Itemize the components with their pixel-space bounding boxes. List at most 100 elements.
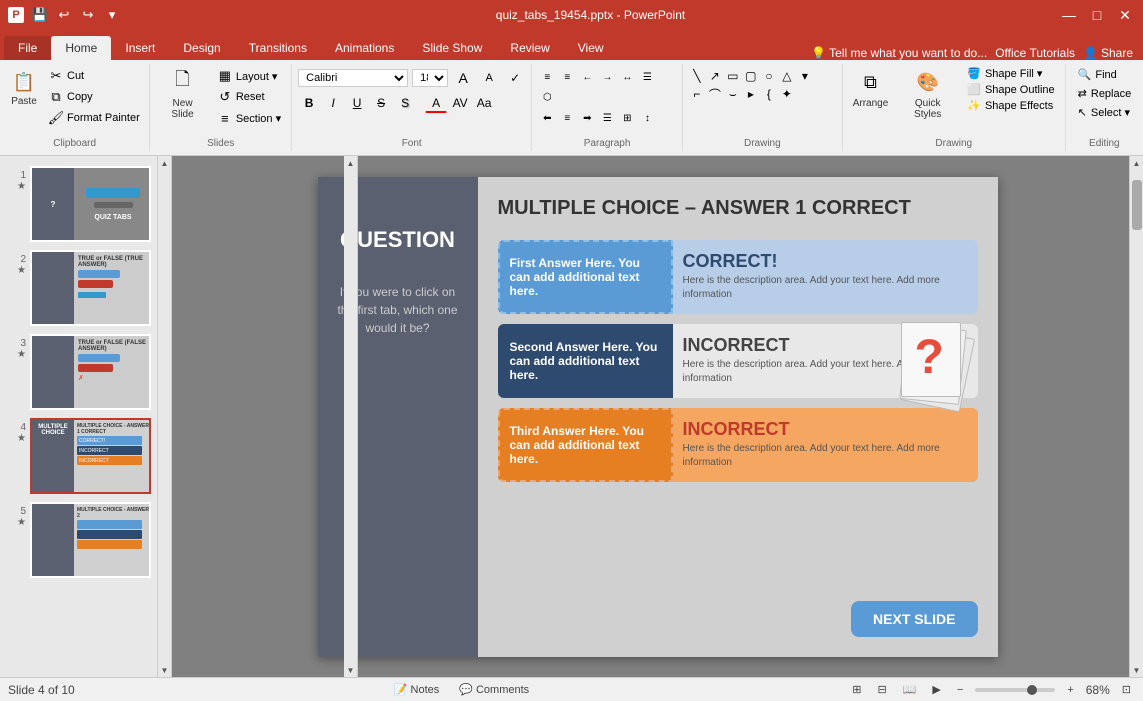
- underline-button[interactable]: U: [346, 93, 368, 113]
- font-color-button[interactable]: A: [425, 93, 447, 113]
- canvas-vscroll-down[interactable]: ▼: [1130, 663, 1143, 677]
- text-direction-button[interactable]: ↔: [618, 68, 636, 86]
- tab-slideshow[interactable]: Slide Show: [408, 36, 496, 60]
- shape-fill-button[interactable]: 🪣 Shape Fill ▾: [963, 66, 1058, 81]
- zoom-out-button[interactable]: −: [953, 682, 967, 698]
- convert-smartart-button[interactable]: ⬡: [538, 88, 556, 106]
- fit-slide-button[interactable]: ⊡: [1118, 681, 1135, 698]
- notes-button[interactable]: 📝 Notes: [390, 681, 443, 698]
- slide-panel-scroll-down[interactable]: ▼: [158, 663, 172, 677]
- slide-item-2[interactable]: 2 ★ TRUE or FALSE (TRUE ANSWER): [4, 248, 153, 328]
- bullets-button[interactable]: ≡: [538, 68, 556, 86]
- arrange-button[interactable]: ⧉ Arrange: [849, 66, 892, 111]
- customize-qa-button[interactable]: ▾: [102, 5, 122, 25]
- slide-item-1[interactable]: 1 ★ ? QUIZ TABS: [4, 164, 153, 244]
- slide-thumb-2[interactable]: TRUE or FALSE (TRUE ANSWER): [30, 250, 151, 326]
- answer-result-3[interactable]: INCORRECT Here is the description area. …: [673, 408, 978, 482]
- select-button[interactable]: ↖ Select ▾: [1072, 104, 1138, 121]
- increase-font-button[interactable]: A: [452, 68, 474, 88]
- change-case-button[interactable]: Aa: [473, 93, 495, 113]
- slide-item-5[interactable]: 5 ★ MULTIPLE CHOICE - ANSWER 2: [4, 500, 153, 580]
- shape-bend-icon[interactable]: ⌐: [689, 86, 705, 102]
- cut-button[interactable]: ✂ Cut: [44, 66, 144, 86]
- shape-callout-icon[interactable]: ▸: [743, 86, 759, 102]
- slide-thumb-1[interactable]: ? QUIZ TABS: [30, 166, 151, 242]
- find-button[interactable]: 🔍 Find: [1072, 66, 1138, 83]
- decrease-font-button[interactable]: A: [478, 68, 500, 88]
- numbered-list-button[interactable]: ≡: [558, 68, 576, 86]
- strikethrough-button[interactable]: S: [370, 93, 392, 113]
- clear-format-button[interactable]: ✓: [504, 68, 526, 88]
- slide-show-button[interactable]: ▶: [928, 681, 944, 698]
- font-spacing-button[interactable]: AV: [449, 93, 471, 113]
- decrease-indent-button[interactable]: ←: [578, 68, 596, 86]
- shape-arrow-icon[interactable]: ↗: [707, 68, 723, 84]
- next-slide-button[interactable]: NEXT SLIDE: [851, 601, 977, 637]
- justify-button[interactable]: ☰: [598, 109, 616, 127]
- close-button[interactable]: ✕: [1115, 5, 1135, 25]
- tell-me-button[interactable]: 💡 Tell me what you want to do...: [811, 46, 987, 60]
- tab-file[interactable]: File: [4, 36, 51, 60]
- shape-line-icon[interactable]: ╲: [689, 68, 705, 84]
- shape-connector-icon[interactable]: ⌣: [725, 86, 741, 102]
- share-button[interactable]: 👤 Share: [1083, 46, 1133, 60]
- zoom-slider[interactable]: [975, 688, 1055, 692]
- shape-rect-icon[interactable]: ▭: [725, 68, 741, 84]
- slide-thumb-3[interactable]: TRUE or FALSE (FALSE ANSWER) ✗: [30, 334, 151, 410]
- shape-brace-icon[interactable]: {: [761, 86, 777, 102]
- increase-indent-button[interactable]: →: [598, 68, 616, 86]
- align-center-button[interactable]: ≡: [558, 109, 576, 127]
- new-slide-button[interactable]: 🗋 New Slide: [156, 66, 209, 122]
- layout-button[interactable]: ▦ Layout ▾: [213, 66, 285, 86]
- bold-button[interactable]: B: [298, 93, 320, 113]
- font-family-select[interactable]: Calibri: [298, 69, 408, 87]
- comments-button[interactable]: 💬 Comments: [455, 681, 533, 698]
- align-left-button[interactable]: ⬅: [538, 109, 556, 127]
- tab-insert[interactable]: Insert: [111, 36, 169, 60]
- tab-view[interactable]: View: [564, 36, 618, 60]
- align-right-button[interactable]: ➡: [578, 109, 596, 127]
- slide-panel-scroll-up[interactable]: ▲: [158, 156, 172, 170]
- slide-item-3[interactable]: 3 ★ TRUE or FALSE (FALSE ANSWER) ✗: [4, 332, 153, 412]
- shape-round-rect-icon[interactable]: ▢: [743, 68, 759, 84]
- align-text-button[interactable]: ☰: [638, 68, 656, 86]
- reset-button[interactable]: ↺ Reset: [213, 87, 285, 107]
- tab-transitions[interactable]: Transitions: [235, 36, 321, 60]
- save-button[interactable]: 💾: [30, 5, 50, 25]
- slide-thumb-4[interactable]: MULTIPLE CHOICE MULTIPLE CHOICE - ANSWER…: [30, 418, 151, 494]
- shape-oval-icon[interactable]: ○: [761, 68, 777, 84]
- section-button[interactable]: ≡ Section ▾: [213, 108, 285, 128]
- undo-button[interactable]: ↩: [54, 5, 74, 25]
- slide-sorter-button[interactable]: ⊟: [873, 681, 890, 698]
- slide-thumb-5[interactable]: MULTIPLE CHOICE - ANSWER 2: [30, 502, 151, 578]
- tab-home[interactable]: Home: [51, 36, 111, 60]
- redo-button[interactable]: ↪: [78, 5, 98, 25]
- shape-star-icon[interactable]: ✦: [779, 86, 795, 102]
- shape-curve-icon[interactable]: ⌒: [707, 86, 723, 102]
- replace-button[interactable]: ⇄ Replace: [1072, 85, 1138, 102]
- copy-button[interactable]: ⧉ Copy: [44, 87, 144, 107]
- quick-styles-button[interactable]: 🎨 Quick Styles: [896, 66, 959, 122]
- reading-view-button[interactable]: 📖: [899, 681, 921, 698]
- canvas-vscroll-up[interactable]: ▲: [1130, 156, 1143, 170]
- shape-effects-button[interactable]: ✨ Shape Effects: [963, 98, 1058, 113]
- paste-button[interactable]: 📋 Paste: [6, 66, 42, 109]
- italic-button[interactable]: I: [322, 93, 344, 113]
- shape-outline-button[interactable]: ⬜ Shape Outline: [963, 82, 1058, 97]
- answer-box-2[interactable]: Second Answer Here. You can add addition…: [498, 324, 673, 398]
- answer-result-1[interactable]: CORRECT! Here is the description area. A…: [673, 240, 978, 314]
- slide-item-4[interactable]: 4 ★ MULTIPLE CHOICE MULTIPLE CHOICE - AN…: [4, 416, 153, 496]
- zoom-in-button[interactable]: +: [1063, 682, 1077, 698]
- canvas-scroll-up[interactable]: ▲: [344, 156, 358, 170]
- answer-box-1[interactable]: First Answer Here. You can add additiona…: [498, 240, 673, 314]
- font-size-select[interactable]: 18: [412, 69, 448, 87]
- tab-design[interactable]: Design: [169, 36, 234, 60]
- shadow-button[interactable]: S: [394, 93, 416, 113]
- maximize-button[interactable]: □: [1087, 5, 1107, 25]
- columns-button[interactable]: ⊞: [618, 109, 636, 127]
- format-painter-button[interactable]: 🖌 Format Painter: [44, 108, 144, 128]
- tab-review[interactable]: Review: [496, 36, 563, 60]
- shape-triangle-icon[interactable]: △: [779, 68, 795, 84]
- answer-box-3[interactable]: Third Answer Here. You can add additiona…: [498, 408, 673, 482]
- minimize-button[interactable]: —: [1059, 5, 1079, 25]
